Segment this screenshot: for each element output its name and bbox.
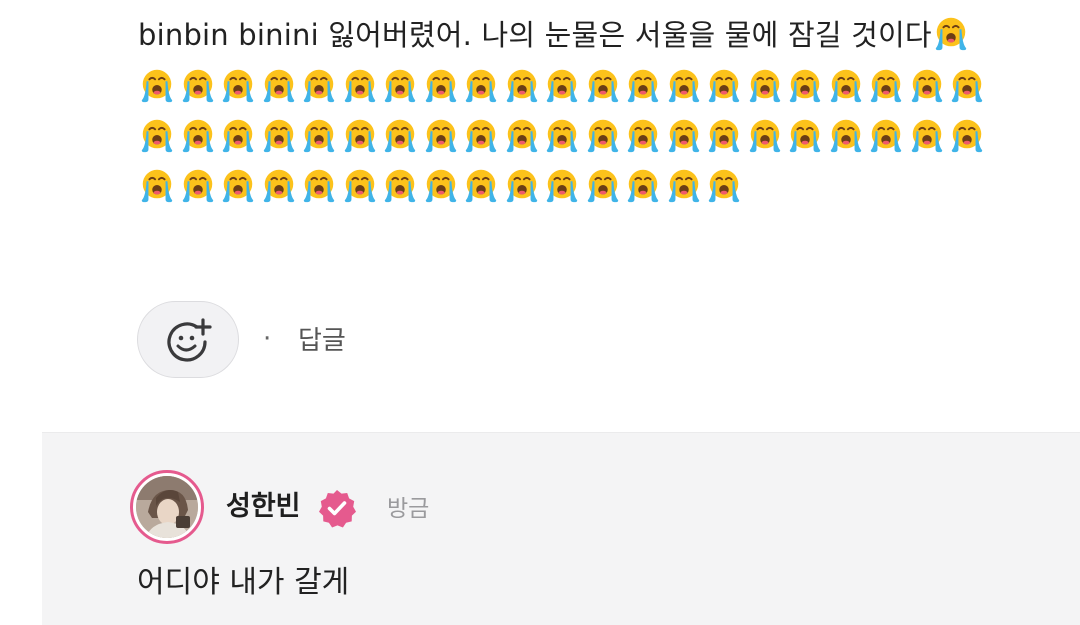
loudly-crying-face-icon xyxy=(542,160,583,210)
loudly-crying-face-icon xyxy=(502,160,543,210)
loudly-crying-face-icon xyxy=(218,110,259,160)
loudly-crying-face-icon xyxy=(340,110,381,160)
loudly-crying-face-icon xyxy=(178,60,219,110)
loudly-crying-face-icon xyxy=(461,60,502,110)
reply-text: 어디야 내가 갈게 xyxy=(137,565,350,600)
loudly-crying-face-icon xyxy=(178,160,219,210)
loudly-crying-face-icon xyxy=(623,160,664,210)
loudly-crying-face-icon xyxy=(583,60,624,110)
loudly-crying-face-icon xyxy=(704,160,745,210)
loudly-crying-face-icon xyxy=(583,160,624,210)
loudly-crying-face-icon xyxy=(421,60,462,110)
loudly-crying-face-icon xyxy=(785,110,826,160)
loudly-crying-face-icon xyxy=(502,110,543,160)
loudly-crying-face-icon xyxy=(340,160,381,210)
loudly-crying-face-icon xyxy=(461,160,502,210)
avatar xyxy=(136,476,198,538)
verified-badge-svg xyxy=(319,490,356,528)
add-reaction-smiley-icon xyxy=(167,317,212,362)
loudly-crying-face-icon xyxy=(137,110,178,160)
verified-badge-icon xyxy=(317,488,357,528)
loudly-crying-face-icon xyxy=(259,160,300,210)
loudly-crying-face-icon xyxy=(866,60,907,110)
loudly-crying-face-icon xyxy=(785,60,826,110)
loudly-crying-face-icon xyxy=(623,60,664,110)
loudly-crying-face-icon xyxy=(542,60,583,110)
action-separator: · xyxy=(263,324,272,354)
loudly-crying-face-icon xyxy=(583,110,624,160)
loudly-crying-face-icon xyxy=(218,60,259,110)
loudly-crying-face-icon xyxy=(704,110,745,160)
loudly-crying-face-icon xyxy=(826,60,867,110)
post-text-line: binbin binini 잃어버렸어. 나의 눈물은 서울을 물에 잠길 것이… xyxy=(138,10,1038,60)
loudly-crying-face-icon xyxy=(178,110,219,160)
loudly-crying-face-icon xyxy=(218,160,259,210)
emoji-grid xyxy=(137,60,1027,210)
comment-post: binbin binini 잃어버렸어. 나의 눈물은 서울을 물에 잠길 것이… xyxy=(0,0,1080,432)
loudly-crying-face-svg xyxy=(935,17,966,51)
loudly-crying-face-icon xyxy=(502,60,543,110)
loudly-crying-face-icon xyxy=(745,60,786,110)
loudly-crying-face-icon xyxy=(664,60,705,110)
loudly-crying-face-icon xyxy=(380,110,421,160)
loudly-crying-face-icon xyxy=(664,160,705,210)
loudly-crying-face-icon xyxy=(380,160,421,210)
loudly-crying-face-icon xyxy=(137,60,178,110)
loudly-crying-face-icon xyxy=(947,60,988,110)
loudly-crying-face-icon xyxy=(947,110,988,160)
comment-thread-screen: binbin binini 잃어버렸어. 나의 눈물은 서울을 물에 잠길 것이… xyxy=(0,0,1080,625)
reply-button[interactable]: 답글 xyxy=(298,324,346,358)
loudly-crying-face-icon xyxy=(137,160,178,210)
avatar-ring[interactable] xyxy=(130,470,204,544)
reply-author-name[interactable]: 성한빈 xyxy=(226,489,301,525)
reply-timestamp: 방금 xyxy=(387,496,430,522)
loudly-crying-face-icon xyxy=(664,110,705,160)
loudly-crying-face-icon xyxy=(866,110,907,160)
loudly-crying-face-icon xyxy=(299,110,340,160)
avatar-photo xyxy=(136,476,198,538)
loudly-crying-face-icon xyxy=(299,160,340,210)
loudly-crying-face-icon xyxy=(421,160,462,210)
add-reaction-button[interactable] xyxy=(137,301,239,378)
loudly-crying-face-icon xyxy=(745,110,786,160)
reply-item: 성한빈 방금 어디야 내가 갈게 xyxy=(42,432,1080,625)
loudly-crying-face-icon xyxy=(461,110,502,160)
emoji-block xyxy=(137,60,1037,210)
loudly-crying-face-icon xyxy=(907,60,948,110)
loudly-crying-face-icon xyxy=(299,60,340,110)
post-text: binbin binini 잃어버렸어. 나의 눈물은 서울을 물에 잠길 것이… xyxy=(138,18,932,52)
loudly-crying-face-icon xyxy=(907,110,948,160)
loudly-crying-face-icon xyxy=(932,14,970,52)
loudly-crying-face-icon xyxy=(542,110,583,160)
loudly-crying-face-icon xyxy=(704,60,745,110)
loudly-crying-face-icon xyxy=(380,60,421,110)
loudly-crying-face-icon xyxy=(826,110,867,160)
loudly-crying-face-icon xyxy=(340,60,381,110)
loudly-crying-face-icon xyxy=(623,110,664,160)
loudly-crying-face-icon xyxy=(259,60,300,110)
loudly-crying-face-icon xyxy=(259,110,300,160)
loudly-crying-face-icon xyxy=(421,110,462,160)
